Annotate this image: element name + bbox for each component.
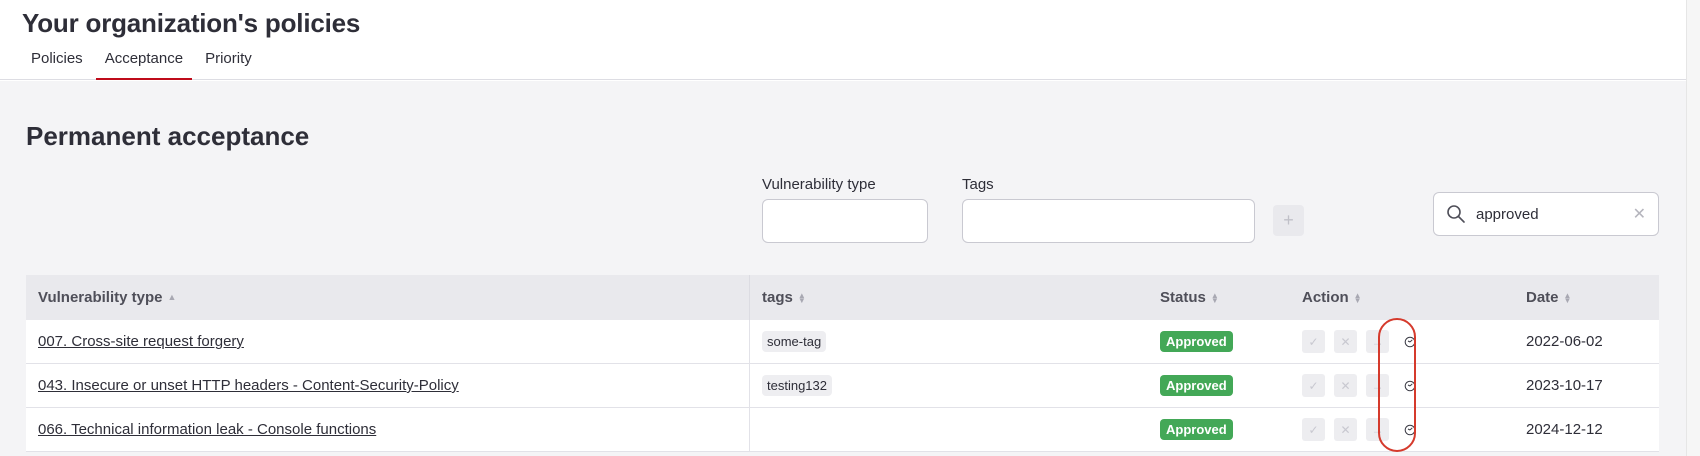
column-header-tags[interactable]: tags ▲ ▼ bbox=[750, 275, 1148, 320]
table-row: 043. Insecure or unset HTTP headers - Co… bbox=[26, 364, 1659, 408]
column-header-status[interactable]: Status ▲ ▼ bbox=[1148, 275, 1290, 320]
table-header: Vulnerability type ▲ tags ▲ ▼ Status ▲ ▼ A… bbox=[26, 275, 1659, 320]
sort-icon: ▲ ▼ bbox=[1210, 290, 1219, 305]
table-row: 066. Technical information leak - Consol… bbox=[26, 408, 1659, 452]
search-icon bbox=[1447, 205, 1465, 223]
row-date: 2023-10-17 bbox=[1526, 377, 1603, 394]
column-header-action[interactable]: Action ▲ ▼ bbox=[1290, 275, 1522, 320]
section-title: Permanent acceptance bbox=[26, 121, 310, 151]
sort-up-icon: ▲ bbox=[167, 292, 177, 302]
check-icon[interactable]: ✓ bbox=[1302, 374, 1325, 397]
close-icon[interactable]: ✕ bbox=[1633, 204, 1646, 224]
top-bar: Your organization's policies Policies Ac… bbox=[0, 0, 1686, 80]
vulnerability-type-label: Vulnerability type bbox=[762, 176, 876, 193]
sort-icon: ▲ ▼ bbox=[1353, 290, 1362, 305]
row-actions: ✓ ✕ → bbox=[1302, 330, 1421, 353]
row-date: 2022-06-02 bbox=[1526, 333, 1603, 350]
table-row: 007. Cross-site request forgery some-tag… bbox=[26, 320, 1659, 364]
clock-icon[interactable] bbox=[1398, 330, 1421, 353]
close-icon[interactable]: ✕ bbox=[1334, 330, 1357, 353]
status-badge: Approved bbox=[1160, 375, 1233, 396]
add-policy-button[interactable]: + bbox=[1273, 205, 1304, 236]
close-icon[interactable]: ✕ bbox=[1334, 418, 1357, 441]
acceptance-table: Vulnerability type ▲ tags ▲ ▼ Status ▲ ▼ A… bbox=[26, 275, 1659, 452]
clock-icon[interactable] bbox=[1398, 374, 1421, 397]
tags-label: Tags bbox=[962, 176, 994, 193]
row-actions: ✓ ✕ → bbox=[1302, 418, 1421, 441]
tag-chip: some-tag bbox=[762, 331, 827, 352]
close-icon[interactable]: ✕ bbox=[1334, 374, 1357, 397]
sort-icon: ▲ ▼ bbox=[1563, 290, 1572, 305]
row-date: 2024-12-12 bbox=[1526, 421, 1603, 438]
search-input[interactable] bbox=[1476, 205, 1626, 223]
row-actions: ✓ ✕ → bbox=[1302, 374, 1421, 397]
arrow-right-icon[interactable]: → bbox=[1366, 330, 1389, 353]
vulnerability-link[interactable]: 043. Insecure or unset HTTP headers - Co… bbox=[38, 377, 459, 394]
tab-acceptance[interactable]: Acceptance bbox=[95, 48, 193, 80]
tab-policies[interactable]: Policies bbox=[22, 48, 92, 80]
vulnerability-link[interactable]: 007. Cross-site request forgery bbox=[38, 333, 244, 350]
tag-chip: testing132 bbox=[762, 375, 832, 396]
page-title: Your organization's policies bbox=[22, 8, 361, 38]
column-header-date[interactable]: Date ▲ ▼ bbox=[1522, 275, 1659, 320]
arrow-right-icon[interactable]: → bbox=[1366, 374, 1389, 397]
tab-priority[interactable]: Priority bbox=[196, 48, 261, 80]
tab-bar: Policies Acceptance Priority bbox=[22, 48, 265, 80]
arrow-right-icon[interactable]: → bbox=[1366, 418, 1389, 441]
page-scrollbar[interactable] bbox=[1686, 0, 1700, 456]
clock-icon[interactable] bbox=[1398, 418, 1421, 441]
vulnerability-link[interactable]: 066. Technical information leak - Consol… bbox=[38, 421, 376, 438]
check-icon[interactable]: ✓ bbox=[1302, 330, 1325, 353]
main-content: Permanent acceptance Vulnerability type … bbox=[0, 81, 1686, 456]
status-badge: Approved bbox=[1160, 419, 1233, 440]
empty-tags-cell bbox=[750, 408, 1148, 451]
sort-icon: ▲ ▼ bbox=[797, 290, 806, 305]
status-badge: Approved bbox=[1160, 331, 1233, 352]
search-box[interactable]: ✕ bbox=[1433, 192, 1659, 236]
check-icon[interactable]: ✓ bbox=[1302, 418, 1325, 441]
column-header-vulnerability-type[interactable]: Vulnerability type ▲ bbox=[26, 275, 750, 320]
tags-input[interactable] bbox=[962, 199, 1255, 243]
vulnerability-type-input[interactable] bbox=[762, 199, 928, 243]
